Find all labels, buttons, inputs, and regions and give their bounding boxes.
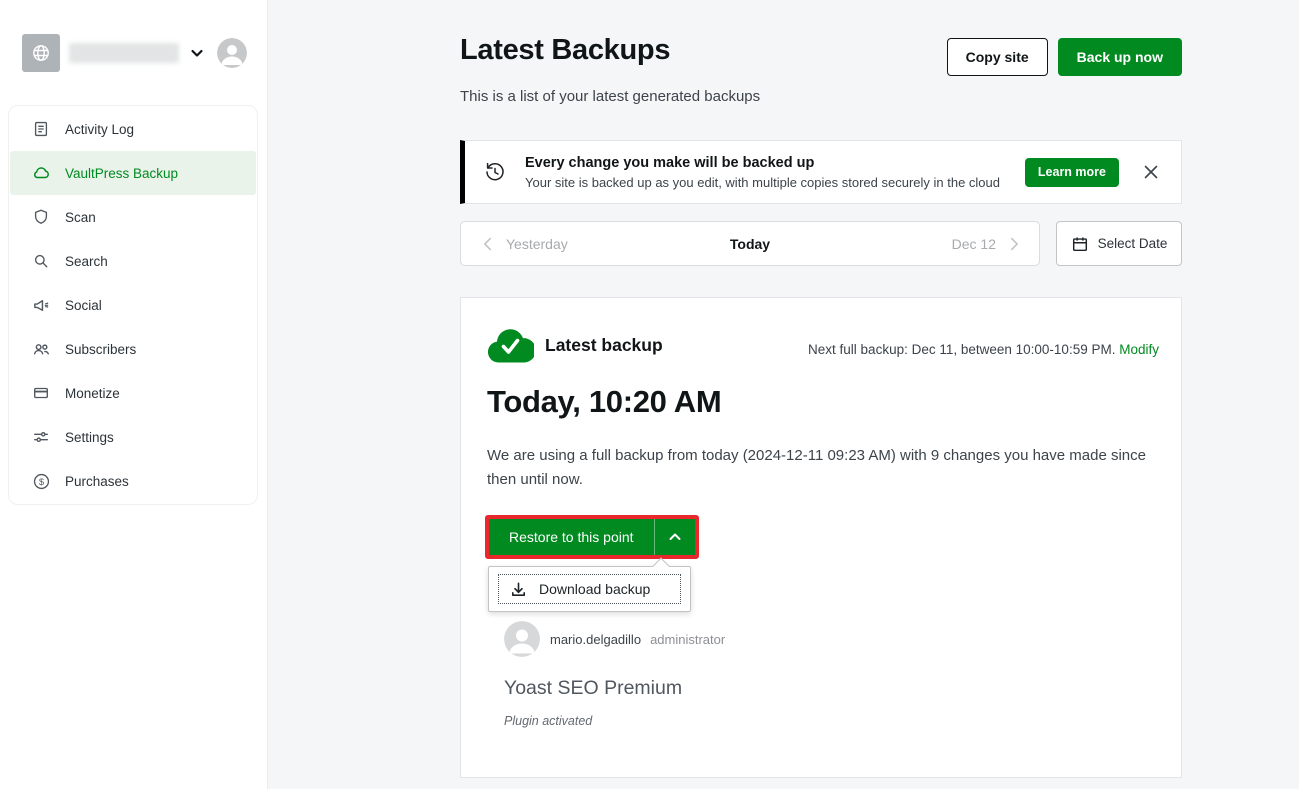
- banner-texts: Every change you make will be backed up …: [525, 155, 1025, 190]
- site-globe-icon: [22, 34, 60, 72]
- chevron-up-icon: [667, 529, 683, 545]
- restore-split-button: Restore to this point: [489, 519, 695, 555]
- backup-time-heading: Today, 10:20 AM: [487, 384, 721, 420]
- current-date-label: Today: [461, 236, 1039, 252]
- restore-button-highlight: Restore to this point: [485, 515, 699, 559]
- next-backup-text: Next full backup: Dec 11, between 10:00-…: [808, 342, 1159, 357]
- sidebar-item-search[interactable]: Search: [10, 239, 256, 283]
- restore-options-toggle[interactable]: [655, 519, 695, 555]
- sidebar-item-scan[interactable]: Scan: [10, 195, 256, 239]
- banner-description: Your site is backed up as you edit, with…: [525, 175, 1025, 190]
- restore-options-popover: Download backup: [488, 566, 691, 612]
- backup-success-cloud-icon: [487, 328, 534, 364]
- jetpack-backup-page: Activity Log VaultPress Backup Scan Sear…: [0, 0, 1299, 789]
- sidebar-item-vaultpress-backup[interactable]: VaultPress Backup: [10, 151, 256, 195]
- popover-arrow: [653, 558, 670, 575]
- sidebar-item-subscribers[interactable]: Subscribers: [10, 327, 256, 371]
- sidebar-item-activity-log[interactable]: Activity Log: [10, 107, 256, 151]
- modify-link[interactable]: Modify: [1119, 342, 1159, 357]
- sidebar-item-label: Social: [65, 298, 102, 313]
- site-name-redacted: [69, 43, 179, 63]
- user-role: administrator: [650, 632, 725, 647]
- activity-event-subtitle: Plugin activated: [504, 714, 592, 728]
- activity-user-row: mario.delgadillo administrator: [504, 621, 725, 657]
- sidebar-item-purchases[interactable]: $ Purchases: [10, 459, 256, 503]
- download-backup-label: Download backup: [539, 581, 650, 597]
- download-icon: [509, 580, 528, 599]
- sidebar-item-settings[interactable]: Settings: [10, 415, 256, 459]
- people-icon: [31, 339, 51, 359]
- history-restore-icon: [483, 160, 507, 184]
- sidebar-item-monetize[interactable]: Monetize: [10, 371, 256, 415]
- credit-card-icon: [31, 383, 51, 403]
- sidebar-item-label: Search: [65, 254, 108, 269]
- date-navigation: Today Yesterday Dec 12: [460, 221, 1040, 266]
- restore-to-this-point-button[interactable]: Restore to this point: [489, 519, 654, 555]
- sidebar-item-label: Monetize: [65, 386, 120, 401]
- chevron-down-icon: [189, 45, 205, 61]
- close-icon[interactable]: [1141, 162, 1161, 182]
- latest-backup-label: Latest backup: [545, 335, 663, 356]
- sidebar-item-label: Purchases: [65, 474, 129, 489]
- sidebar-item-social[interactable]: Social: [10, 283, 256, 327]
- banner-title: Every change you make will be backed up: [525, 155, 1025, 171]
- megaphone-icon: [31, 295, 51, 315]
- calendar-icon: [1071, 235, 1089, 253]
- next-backup-schedule: Next full backup: Dec 11, between 10:00-…: [808, 342, 1115, 357]
- page-title: Latest Backups: [460, 34, 670, 67]
- sidebar-item-label: Activity Log: [65, 122, 134, 137]
- sidebar: Activity Log VaultPress Backup Scan Sear…: [0, 0, 268, 789]
- sidebar-item-label: VaultPress Backup: [65, 166, 178, 181]
- profile-avatar[interactable]: [217, 38, 247, 68]
- backup-description: We are using a full backup from today (2…: [487, 444, 1155, 492]
- sidebar-item-label: Subscribers: [65, 342, 136, 357]
- sliders-icon: [31, 427, 51, 447]
- sidebar-item-label: Settings: [65, 430, 114, 445]
- activity-log-icon: [31, 119, 51, 139]
- sidebar-item-label: Scan: [65, 210, 96, 225]
- sidebar-nav: Activity Log VaultPress Backup Scan Sear…: [8, 105, 258, 505]
- header-actions: Copy site Back up now: [947, 38, 1182, 76]
- back-up-now-button[interactable]: Back up now: [1058, 38, 1182, 76]
- dollar-icon: $: [31, 471, 51, 491]
- select-date-label: Select Date: [1098, 236, 1168, 251]
- shield-icon: [31, 207, 51, 227]
- learn-more-button[interactable]: Learn more: [1025, 158, 1119, 187]
- cloud-icon: [31, 163, 51, 183]
- search-icon: [31, 251, 51, 271]
- user-name: mario.delgadillo: [550, 632, 641, 647]
- download-backup-button[interactable]: Download backup: [498, 574, 681, 604]
- page-subtitle: This is a list of your latest generated …: [460, 88, 760, 105]
- backup-info-banner: Every change you make will be backed up …: [460, 140, 1182, 204]
- activity-event-title: Yoast SEO Premium: [504, 677, 682, 700]
- latest-backup-card: Latest backup Next full backup: Dec 11, …: [460, 297, 1182, 778]
- user-avatar: [504, 621, 540, 657]
- site-switcher[interactable]: [22, 33, 248, 73]
- copy-site-button[interactable]: Copy site: [947, 38, 1048, 76]
- svg-text:$: $: [38, 476, 43, 486]
- select-date-button[interactable]: Select Date: [1056, 221, 1182, 266]
